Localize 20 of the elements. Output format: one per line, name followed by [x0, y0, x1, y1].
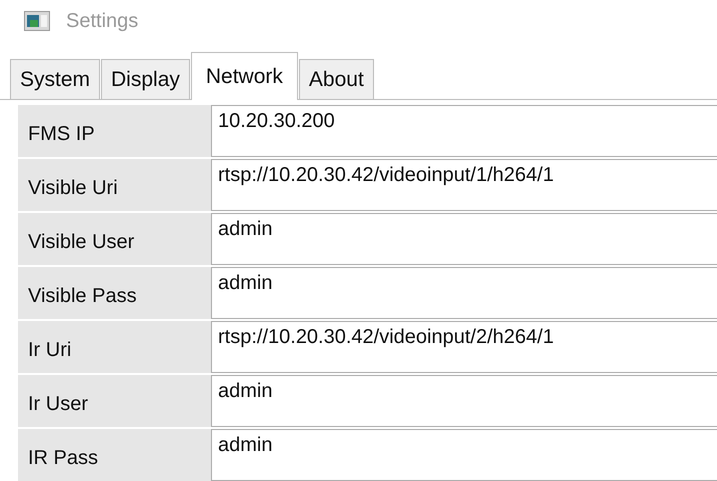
input-field[interactable]: admin	[211, 375, 717, 427]
window-title: Settings	[66, 10, 138, 32]
field-label: Visible User	[18, 213, 211, 265]
field-label: Ir User	[18, 375, 211, 427]
field-label: Visible Pass	[18, 267, 211, 319]
window-icon	[24, 11, 50, 31]
input-field[interactable]: admin	[211, 267, 717, 319]
input-field[interactable]: rtsp://10.20.30.42/videoinput/2/h264/1	[211, 321, 717, 373]
input-field[interactable]: rtsp://10.20.30.42/videoinput/1/h264/1	[211, 159, 717, 211]
input-field[interactable]: admin	[211, 213, 717, 265]
field-label: FMS IP	[18, 105, 211, 157]
input-field[interactable]: admin	[211, 429, 717, 481]
field-label: Visible Uri	[18, 159, 211, 211]
tab[interactable]: Display	[101, 59, 190, 99]
tab[interactable]: System	[10, 59, 100, 99]
input-field[interactable]: 10.20.30.200	[211, 105, 717, 157]
tab[interactable]: Network	[190, 52, 298, 100]
field-label: IR Pass	[18, 429, 211, 481]
field-label: Ir Uri	[18, 321, 211, 373]
tab[interactable]: About	[298, 59, 374, 99]
